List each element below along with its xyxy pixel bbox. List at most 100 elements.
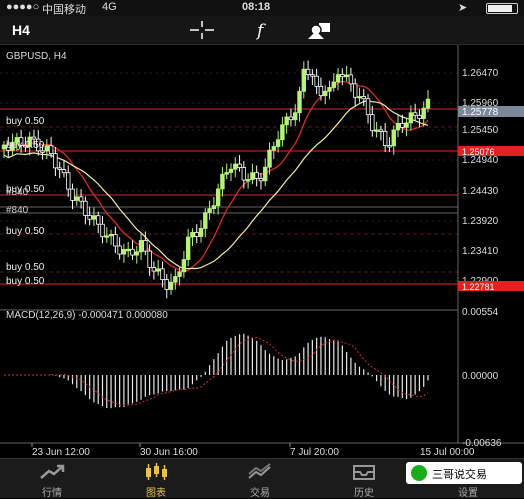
signal-icon: ●●●●○ (6, 1, 40, 13)
candle-body (130, 248, 135, 256)
candle-body (391, 129, 396, 147)
candle-body (327, 87, 332, 92)
timeframe-button[interactable]: H4 (12, 22, 30, 38)
candle-body (323, 90, 328, 97)
candle-body (215, 188, 221, 207)
candle-body (344, 74, 349, 78)
candle-body (138, 240, 144, 253)
candle-body (44, 145, 50, 152)
candle-body (168, 281, 174, 290)
candle-body (185, 236, 191, 260)
macd-label: MACD(12,26,9) -0.000471 0.000080 (6, 310, 168, 321)
candle-body (361, 96, 366, 100)
candle-body (417, 114, 422, 119)
candle-body (241, 167, 247, 181)
order-label-overlap: #840 (6, 205, 29, 216)
shapes-icon[interactable] (306, 20, 334, 40)
candle-body (404, 122, 409, 128)
candle-body (331, 81, 336, 88)
order-price: 1.25076 (462, 147, 495, 157)
candle-body (147, 250, 152, 268)
candle-body (382, 131, 388, 146)
symbol-label: GBPUSD, H4 (6, 51, 67, 62)
candle-body (310, 74, 315, 77)
candle-body (151, 267, 157, 272)
candle-body (181, 259, 187, 273)
clock: 08:18 (242, 1, 271, 13)
function-icon[interactable]: f (248, 20, 276, 40)
candle-body (211, 205, 217, 210)
quotes-icon (40, 464, 65, 479)
candle-body (74, 196, 80, 201)
time-label: 7 Jul 20:00 (290, 447, 339, 458)
time-label: 30 Jun 16:00 (140, 447, 198, 458)
candle-body (352, 83, 358, 98)
candle-body (293, 112, 298, 121)
candle-body (284, 116, 289, 126)
candle-body (203, 212, 208, 229)
candle-body (378, 129, 384, 132)
candle-body (173, 276, 178, 283)
tab-chart[interactable]: 图表 (104, 459, 208, 499)
carrier-label: 中国移动 (42, 4, 86, 16)
candle-body (87, 215, 92, 220)
candle-body (143, 240, 148, 252)
candle-body (155, 268, 161, 272)
candle-body (113, 233, 118, 247)
candle-body (104, 235, 109, 238)
time-label: 15 Jul 00:00 (420, 447, 475, 458)
svg-text:f: f (255, 21, 266, 40)
candle-body (297, 90, 302, 114)
price-tick: 1.23410 (462, 246, 499, 257)
order-label: buy 0.50 (6, 226, 45, 237)
order-label-overlap: #840 (6, 187, 29, 198)
candle-body (245, 179, 251, 182)
candle-body (198, 228, 204, 237)
candle-body (365, 98, 371, 116)
candle-body (207, 208, 212, 214)
candle-body (224, 172, 229, 175)
crosshair-icon[interactable] (188, 20, 216, 40)
candle-body (160, 268, 165, 281)
status-bar: ●●●●○ 中国移动 4G 08:18 ➤ (0, 0, 524, 16)
candle-body (117, 245, 122, 255)
candle-body (121, 249, 127, 255)
tab-quotes[interactable]: 行情 (0, 459, 104, 499)
candle-body (335, 74, 341, 83)
price-tick: 1.25450 (462, 125, 499, 136)
order-label: buy 0.50 (6, 262, 45, 273)
macd-tick: 0.00554 (462, 307, 499, 318)
candle-body (421, 107, 426, 119)
candle-body (267, 149, 272, 168)
candle-body (40, 150, 45, 153)
time-label: 23 Jun 12:00 (32, 447, 90, 458)
price-chart[interactable]: GBPUSD, H4 1.26470 1.25960 1.25450 1.249… (0, 45, 524, 458)
price-tick: 1.23920 (462, 216, 499, 227)
candle-body (275, 139, 281, 147)
order-label: buy 0.50 (6, 276, 45, 287)
candle-body (66, 172, 71, 190)
watermark-badge: 三哥说交易 (406, 462, 522, 484)
chart-toolbar: H4 f (0, 16, 524, 45)
candle-body (53, 153, 58, 169)
candle-body (228, 168, 234, 173)
order-label: buy 0.50 (6, 116, 45, 127)
candle-body (78, 196, 84, 202)
candle-body (318, 85, 324, 97)
watermark-text: 三哥说交易 (432, 469, 487, 481)
candle-body (305, 68, 311, 75)
candle-body (425, 98, 431, 109)
history-icon (353, 465, 375, 480)
tab-trade[interactable]: 交易 (208, 459, 312, 499)
order-label: buy 0.50 (6, 140, 45, 151)
candle-body (258, 178, 264, 182)
candle-body (233, 163, 238, 170)
tab-history[interactable]: 历史 (312, 459, 416, 499)
location-icon: ➤ (458, 2, 468, 14)
candle-body (370, 114, 375, 132)
candle-body (31, 136, 37, 140)
candle-body (301, 68, 306, 92)
candle-body (61, 169, 67, 174)
price-tick: 1.26470 (462, 68, 499, 79)
candle-body (288, 116, 294, 121)
